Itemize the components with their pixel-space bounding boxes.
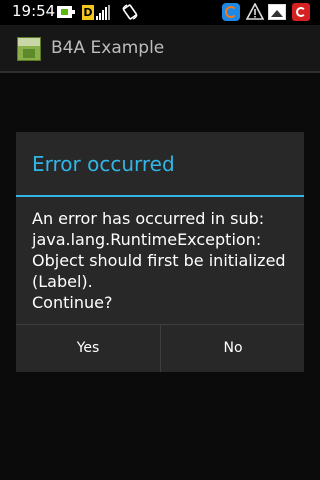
dialog-message-line: java.lang.RuntimeException:	[32, 230, 262, 249]
data-icon: D	[82, 5, 94, 20]
error-dialog: Error occurred An error has occurred in …	[16, 132, 304, 372]
dialog-title-divider	[16, 195, 304, 197]
app-title: B4A Example	[51, 38, 165, 58]
dialog-message: An error has occurred in sub: java.lang.…	[32, 208, 300, 313]
image-icon	[268, 4, 286, 20]
warning-icon	[246, 3, 264, 20]
dialog-message-line: Object should first be initialized	[32, 251, 286, 270]
app-icon	[17, 37, 41, 61]
sync-icon	[222, 3, 240, 21]
battery-icon	[57, 6, 75, 18]
dialog-message-line: An error has occurred in sub:	[32, 209, 265, 228]
dialog-button-bar: Yes No	[16, 324, 304, 372]
dialog-message-line: (Label).	[32, 272, 93, 291]
rotate-icon	[122, 4, 138, 20]
signal-icon	[96, 5, 110, 20]
dialog-message-line: Continue?	[32, 293, 113, 312]
security-icon	[292, 3, 310, 21]
status-bar: 19:54 D	[0, 0, 320, 25]
status-clock: 19:54	[12, 2, 56, 20]
yes-button[interactable]: Yes	[16, 325, 160, 372]
no-button[interactable]: No	[161, 325, 305, 372]
dialog-title: Error occurred	[32, 152, 175, 176]
title-bar: B4A Example	[0, 25, 320, 72]
